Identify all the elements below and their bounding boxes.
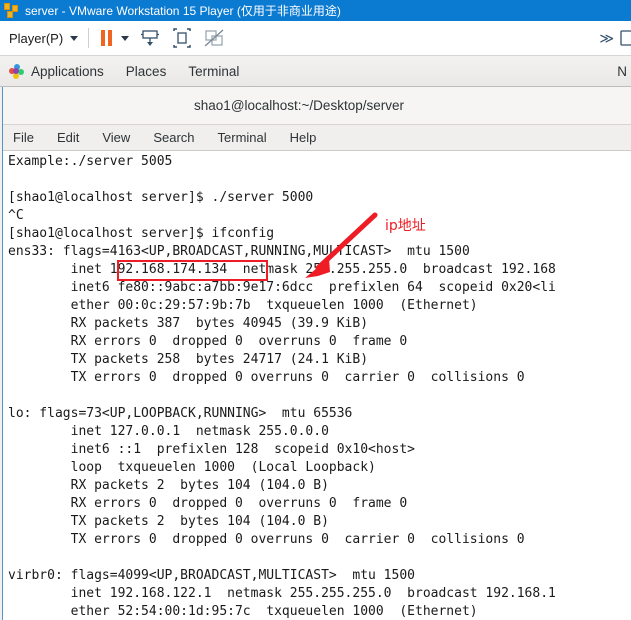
menu-help[interactable]: Help — [290, 130, 317, 145]
toolbar-overflow-chevron-icon[interactable]: ≫ — [599, 30, 614, 47]
chevron-down-icon — [70, 35, 79, 41]
terminal-text: Example:./server 5005 [shao1@localhost s… — [8, 154, 556, 619]
pause-icon[interactable] — [101, 30, 113, 46]
menu-file[interactable]: File — [13, 130, 34, 145]
pause-dropdown-chevron-down-icon[interactable] — [121, 35, 130, 41]
vmware-titlebar: server - VMware Workstation 15 Player (仅… — [0, 0, 631, 21]
terminal-output-area[interactable]: Example:./server 5005 [shao1@localhost s… — [3, 151, 631, 619]
terminal-titlebar: shao1@localhost:~/Desktop/server — [3, 87, 631, 125]
unity-mode-icon[interactable] — [203, 27, 225, 49]
panel-item-terminal[interactable]: Terminal — [188, 64, 239, 79]
terminal-menubar: File Edit View Search Terminal Help — [3, 125, 631, 151]
toolbar-partial-icon[interactable] — [619, 28, 631, 48]
gnome-terminal-window: shao1@localhost:~/Desktop/server File Ed… — [2, 87, 631, 620]
enter-fullscreen-icon[interactable] — [171, 27, 193, 49]
panel-clock[interactable]: N — [617, 64, 627, 79]
menu-edit[interactable]: Edit — [57, 130, 79, 145]
vmware-toolbar: Player(P) ≫ — [0, 21, 631, 56]
toolbar-separator — [88, 28, 90, 48]
panel-item-applications[interactable]: Applications — [31, 64, 104, 79]
vmware-logo-icon — [4, 3, 19, 18]
terminal-title: shao1@localhost:~/Desktop/server — [194, 98, 404, 113]
applications-menu-icon — [9, 63, 24, 79]
gnome-top-panel: Applications Places Terminal N — [0, 56, 631, 87]
menu-terminal[interactable]: Terminal — [218, 130, 267, 145]
menu-search[interactable]: Search — [153, 130, 194, 145]
vmware-player-window: server - VMware Workstation 15 Player (仅… — [0, 0, 631, 620]
panel-item-places[interactable]: Places — [126, 64, 167, 79]
player-menu-label: Player(P) — [9, 30, 64, 46]
player-menu-button[interactable]: Player(P) — [9, 30, 79, 46]
window-title: server - VMware Workstation 15 Player (仅… — [25, 4, 341, 18]
send-ctrl-alt-del-icon[interactable] — [139, 27, 161, 49]
menu-view[interactable]: View — [102, 130, 130, 145]
